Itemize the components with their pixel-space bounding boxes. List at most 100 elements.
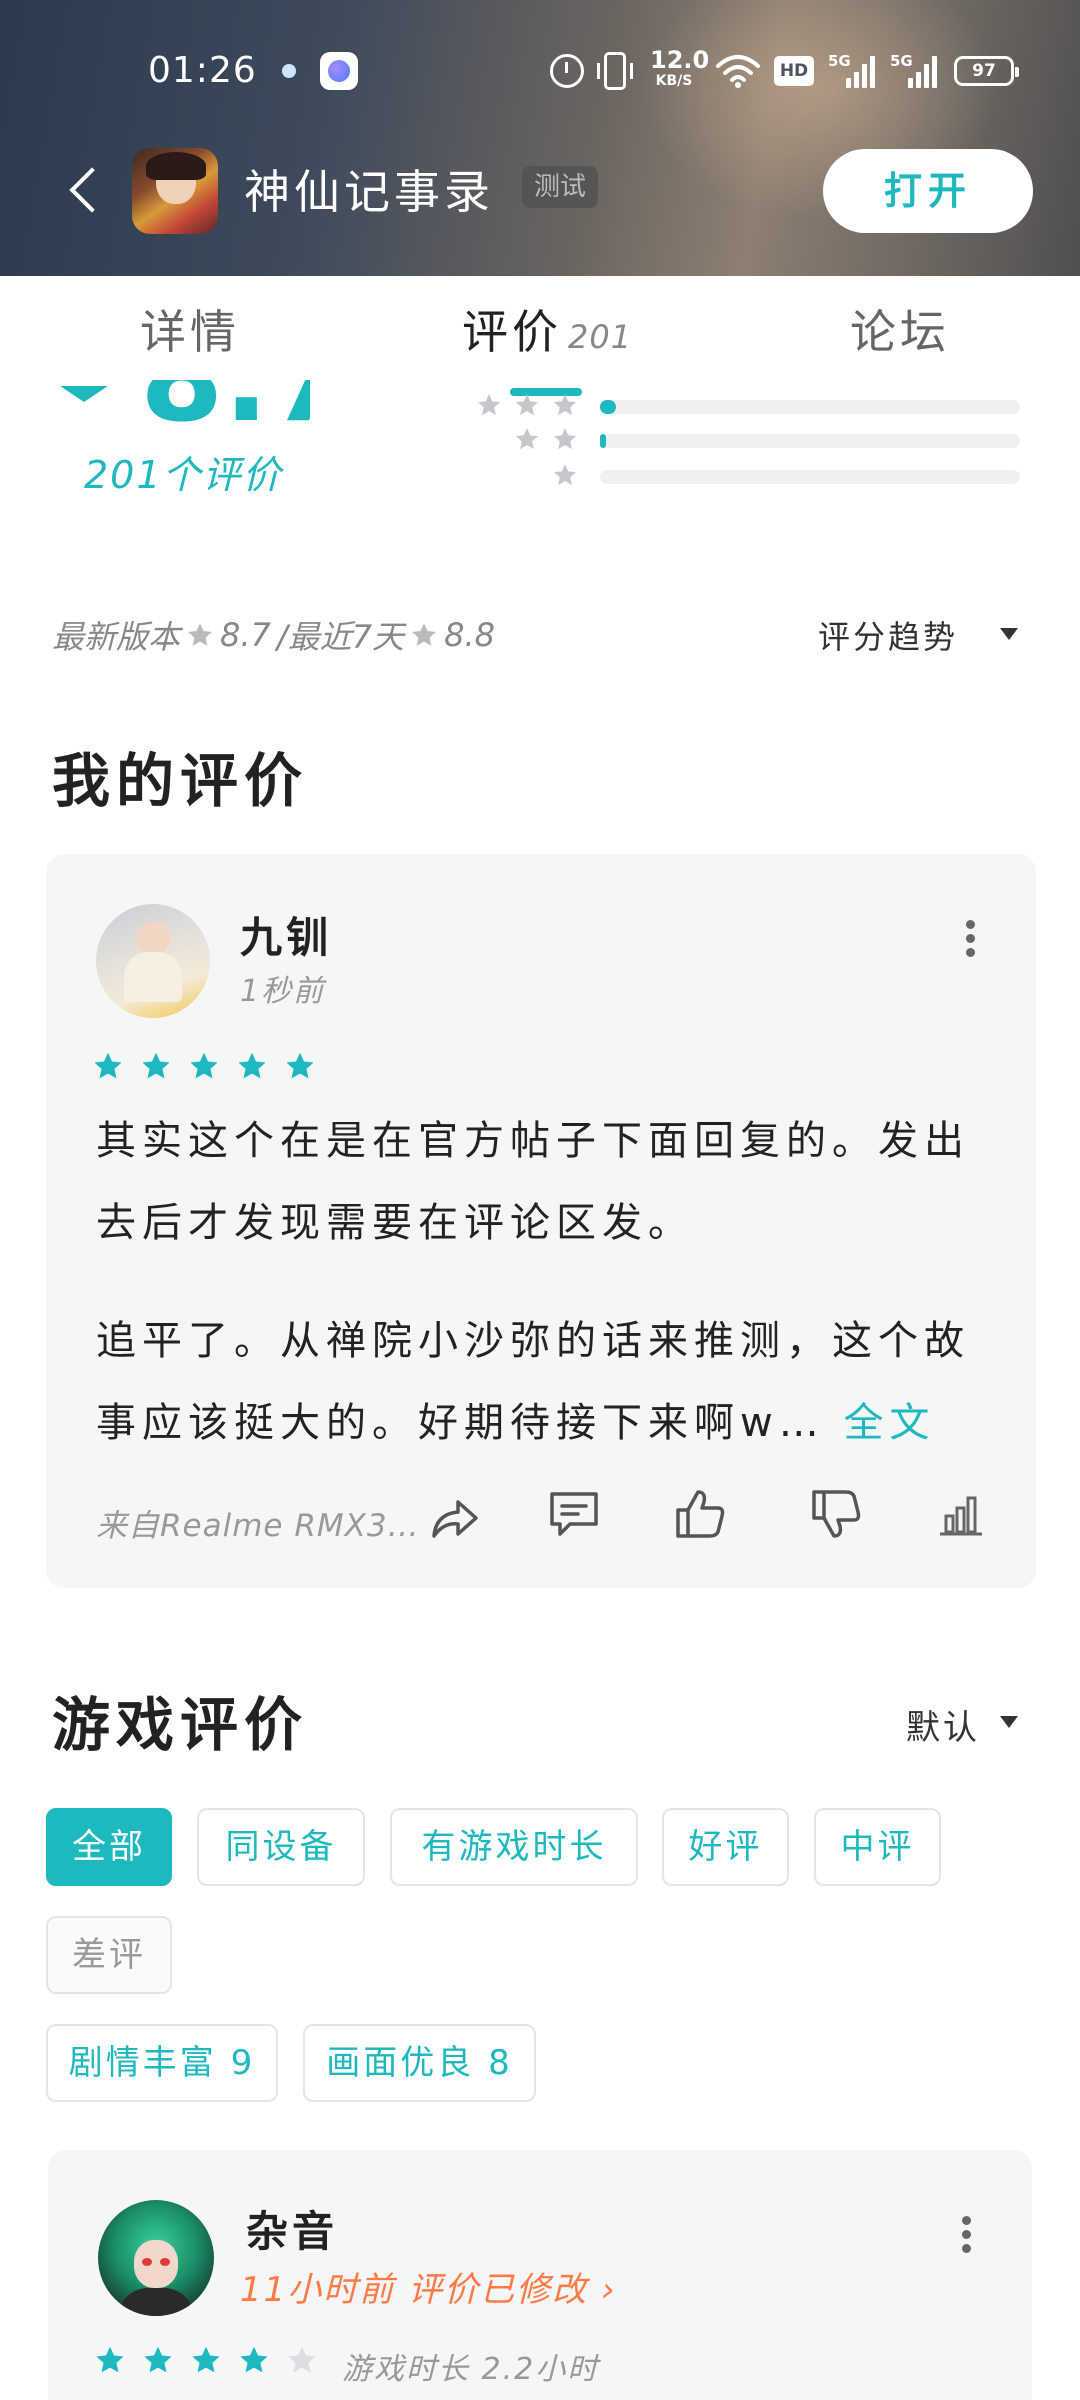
- latest-version-label: 最新版本: [52, 618, 181, 656]
- my-review-title: 我的评价: [52, 747, 309, 815]
- review-edited-meta[interactable]: 11小时前 评价已修改 ›: [240, 2262, 616, 2311]
- row-stars: [552, 462, 578, 492]
- star-filled-icon: [144, 2346, 172, 2373]
- signal-5g-icon-2: 5G: [890, 52, 940, 90]
- review-stars: [94, 2344, 318, 2376]
- battery-icon: 97: [954, 56, 1019, 86]
- network-speed-unit: KB/S: [655, 73, 693, 89]
- more-options-icon[interactable]: [962, 916, 978, 962]
- row-stars: [476, 392, 578, 422]
- network-speed: 12.0 KB/S: [650, 48, 709, 89]
- vibrate-icon: [597, 52, 633, 90]
- share-icon[interactable]: [426, 1490, 482, 1546]
- distribution-fill: [600, 434, 606, 448]
- rating-distribution-row: [470, 392, 1030, 422]
- test-tag: 测试: [522, 166, 599, 208]
- review-paragraph-2-text: 事应该挺大的。好期待接下来啊w…: [96, 1400, 825, 1446]
- filter-negative[interactable]: 差评: [46, 1916, 172, 1994]
- review-stars: [92, 1050, 316, 1082]
- signal-label: 5G: [828, 52, 851, 70]
- my-review-card[interactable]: 九钏 1秒前 其实这个在是在官方帖子下面回复的。发出去后才发现需要在评论区发。 …: [46, 854, 1036, 1588]
- review-user-name[interactable]: 杂音: [246, 2198, 338, 2259]
- filter-positive[interactable]: 好评: [662, 1808, 789, 1886]
- star-icon: [515, 394, 539, 416]
- tab-forum[interactable]: 论坛: [850, 296, 950, 362]
- game-app-icon: [132, 148, 218, 234]
- star-filled-icon: [94, 1052, 122, 1079]
- tab-reviews-count: 201: [568, 318, 633, 356]
- open-button[interactable]: 打开: [823, 149, 1033, 233]
- review-paragraph-2-line-2: 事应该挺大的。好期待接下来啊w… 全文: [96, 1382, 1016, 1464]
- distribution-track: [600, 400, 1020, 414]
- review-time: 1秒前: [240, 974, 326, 1009]
- overall-score-value: 8.7: [140, 380, 310, 430]
- tab-reviews-label: 评价: [462, 305, 562, 359]
- stats-icon[interactable]: [934, 1486, 990, 1542]
- signal-label-2: 5G: [890, 52, 913, 70]
- chevron-down-icon: [1000, 1716, 1018, 1728]
- score-trend-button[interactable]: 评分趋势: [818, 612, 958, 658]
- hd-voice-badge: HD: [774, 56, 814, 86]
- star-filled-icon: [238, 1052, 266, 1079]
- recent-days-label: /最近7天: [276, 618, 405, 656]
- distribution-track: [600, 434, 1020, 448]
- comment-icon[interactable]: [546, 1486, 602, 1542]
- tab-details[interactable]: 详情: [140, 296, 240, 362]
- avatar[interactable]: [96, 904, 210, 1018]
- alarm-icon: [550, 54, 584, 88]
- star-filled-icon: [142, 1052, 170, 1079]
- game-reviews-title: 游戏评价: [52, 1691, 309, 1759]
- star-filled-icon: [96, 2346, 124, 2373]
- tab-forum-label: 论坛: [850, 305, 950, 359]
- star-icon: [553, 394, 577, 416]
- overall-score: 8.7: [60, 380, 310, 430]
- status-bar: 01:26 12.0 KB/S HD 5G 5G 97: [0, 40, 1080, 104]
- review-user-name[interactable]: 九钏: [240, 904, 332, 965]
- review-card[interactable]: 杂音 11小时前 评价已修改 › 游戏时长 2.2小时: [48, 2150, 1032, 2400]
- tab-reviews[interactable]: 评价 201: [462, 296, 632, 362]
- full-text-link[interactable]: 全文: [843, 1400, 935, 1446]
- rating-distribution-row: [470, 462, 1030, 492]
- avatar[interactable]: [98, 2200, 214, 2316]
- sort-dropdown[interactable]: 默认: [906, 1700, 980, 1749]
- review-paragraph-2-line-1: 追平了。从禅院小沙弥的话来推测，这个故: [96, 1318, 970, 1364]
- tab-details-label: 详情: [140, 305, 240, 359]
- tab-bar: 详情 评价 201 论坛: [0, 276, 1080, 396]
- thumbs-down-icon[interactable]: [808, 1486, 864, 1542]
- filter-same-device[interactable]: 同设备: [197, 1808, 365, 1886]
- version-score-line: 最新版本 8.7 /最近7天 8.8: [52, 612, 495, 658]
- recent-score: 8.8: [444, 616, 495, 654]
- rating-count: 201个评价: [84, 453, 283, 497]
- star-icon: [553, 464, 577, 486]
- tag-good-graphics[interactable]: 画面优良 8: [303, 2024, 536, 2102]
- assistant-app-icon: [320, 52, 358, 90]
- star-icon: [553, 428, 577, 450]
- filter-neutral[interactable]: 中评: [814, 1808, 941, 1886]
- app-header: 01:26 12.0 KB/S HD 5G 5G 97 神仙记事录 测试 打开: [0, 0, 1080, 276]
- star-empty-icon: [288, 2346, 316, 2373]
- star-filled-icon: [286, 1052, 314, 1079]
- back-button[interactable]: [62, 160, 112, 220]
- chevron-down-icon: [1000, 628, 1018, 640]
- more-options-icon[interactable]: [958, 2212, 974, 2258]
- signal-5g-icon: 5G: [828, 52, 878, 90]
- thumbs-up-icon[interactable]: [672, 1486, 728, 1542]
- sort-label: 默认: [906, 1708, 980, 1748]
- star-icon: [412, 623, 436, 646]
- device-source: 来自Realme RMX3…: [96, 1508, 420, 1544]
- row-stars: [514, 426, 578, 456]
- review-meta-text: 11小时前 评价已修改: [240, 2270, 589, 2310]
- star-icon: [188, 623, 212, 646]
- filter-has-playtime[interactable]: 有游戏时长: [390, 1808, 638, 1886]
- star-icon: [515, 428, 539, 450]
- star-filled-icon: [240, 2346, 268, 2373]
- score-trend-label: 评分趋势: [818, 618, 959, 656]
- app-title: 神仙记事录: [244, 165, 494, 219]
- status-time: 01:26: [148, 50, 257, 91]
- filter-all[interactable]: 全部: [46, 1808, 172, 1886]
- wifi-icon: [716, 55, 760, 88]
- latest-version-score: 8.7: [220, 616, 271, 654]
- tag-story-rich[interactable]: 剧情丰富 9: [46, 2024, 278, 2102]
- notification-dot-icon: [282, 64, 296, 78]
- star-filled-icon: [192, 2346, 220, 2373]
